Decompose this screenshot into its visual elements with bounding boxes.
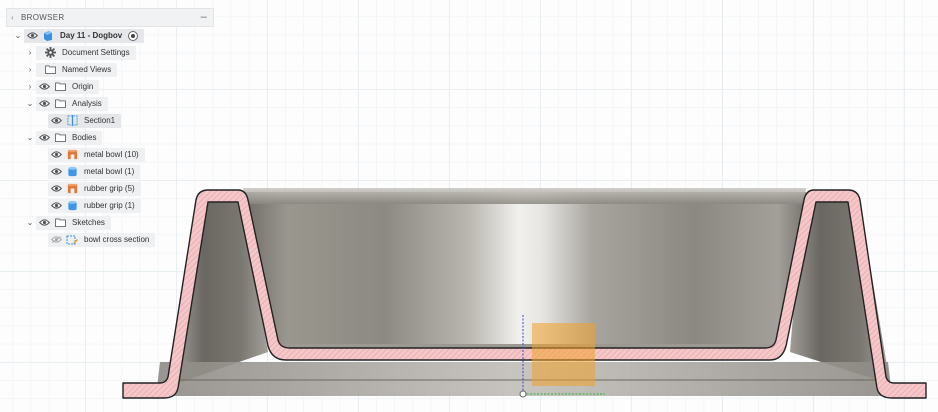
tree-item-label: metal bowl (10) (84, 150, 139, 159)
eye-icon[interactable] (48, 115, 64, 127)
folder-icon (52, 81, 68, 93)
tree-item-label: Document Settings (62, 48, 130, 57)
tree-item-analysis[interactable]: ⌄ Analysis (24, 95, 214, 112)
chevron-down-icon[interactable]: ⌄ (24, 218, 36, 227)
chevron-down-icon[interactable]: ⌄ (24, 133, 36, 142)
folder-icon (42, 64, 58, 76)
body-orange-icon (64, 183, 80, 195)
rim-band (243, 188, 806, 204)
tree-item-label: Bodies (72, 133, 97, 142)
tree-item-body[interactable]: rubber grip (1) (48, 197, 214, 214)
tree-item-sketch[interactable]: bowl cross section (48, 231, 214, 248)
browser-panel: ‹ BROWSER – ⌄ Day 11 - Dogbov › Document… (6, 8, 214, 248)
tree-item-body[interactable]: metal bowl (10) (48, 146, 214, 163)
collapse-panel-icon[interactable]: ‹ (11, 9, 21, 26)
tree-item-label: Sketches (72, 218, 105, 227)
eye-icon[interactable] (48, 200, 64, 212)
eye-hidden-icon[interactable] (48, 234, 64, 246)
origin-point (519, 390, 527, 398)
section-manipulator-handle (532, 323, 595, 386)
folder-icon (52, 217, 68, 229)
eye-icon[interactable] (36, 132, 52, 144)
chevron-down-icon[interactable]: ⌄ (24, 99, 36, 108)
active-component-radio-icon[interactable] (128, 30, 139, 41)
tree-item-label: rubber grip (1) (84, 201, 135, 210)
tree-item-body[interactable]: rubber grip (5) (48, 180, 214, 197)
browser-tree: ⌄ Day 11 - Dogbov › Document Settings › … (6, 27, 214, 248)
folder-icon (52, 98, 68, 110)
tree-item-root[interactable]: ⌄ Day 11 - Dogbov (12, 27, 214, 44)
section-analysis-icon (64, 115, 80, 127)
tree-item-body[interactable]: metal bowl (1) (48, 163, 214, 180)
inner-bowl-surface (243, 192, 806, 352)
body-blue-icon (64, 166, 80, 178)
tree-item-bodies[interactable]: ⌄ Bodies (24, 129, 214, 146)
tree-item-label: bowl cross section (84, 235, 150, 244)
eye-icon[interactable] (36, 217, 52, 229)
tree-item-sketches[interactable]: ⌄ Sketches (24, 214, 214, 231)
canvas-viewport[interactable]: ‹ BROWSER – ⌄ Day 11 - Dogbov › Document… (0, 0, 938, 412)
browser-header[interactable]: ‹ BROWSER – (6, 8, 214, 27)
body-blue-icon (64, 200, 80, 212)
tree-item-label: Day 11 - Dogbov (60, 31, 123, 40)
tree-item-label: Section1 (84, 116, 116, 125)
document-component-icon (40, 30, 56, 42)
eye-icon[interactable] (48, 166, 64, 178)
tree-item-label: Named Views (62, 65, 112, 74)
tree-item-label: metal bowl (1) (84, 167, 135, 176)
eye-icon[interactable] (36, 81, 52, 93)
chevron-right-icon[interactable]: › (24, 82, 36, 91)
eye-icon[interactable] (48, 149, 64, 161)
minimize-panel-icon[interactable]: – (201, 9, 207, 26)
tree-item-origin[interactable]: › Origin (24, 78, 214, 95)
folder-icon (52, 132, 68, 144)
chevron-right-icon[interactable]: › (24, 65, 36, 74)
tree-item-label: rubber grip (5) (84, 184, 135, 193)
chevron-right-icon[interactable]: › (24, 48, 36, 57)
sketch-icon (64, 234, 80, 246)
tree-item-named-views[interactable]: › Named Views (24, 61, 214, 78)
body-orange-icon (64, 149, 80, 161)
tree-item-document-settings[interactable]: › Document Settings (24, 44, 214, 61)
eye-icon[interactable] (24, 30, 40, 42)
tree-item-label: Origin (72, 82, 94, 91)
gear-icon (42, 47, 58, 59)
tree-item-section1[interactable]: Section1 (48, 112, 214, 129)
chevron-down-icon[interactable]: ⌄ (12, 31, 24, 40)
eye-icon[interactable] (36, 98, 52, 110)
eye-icon[interactable] (48, 183, 64, 195)
tree-item-label: Analysis (72, 99, 102, 108)
browser-title: BROWSER (21, 13, 65, 22)
